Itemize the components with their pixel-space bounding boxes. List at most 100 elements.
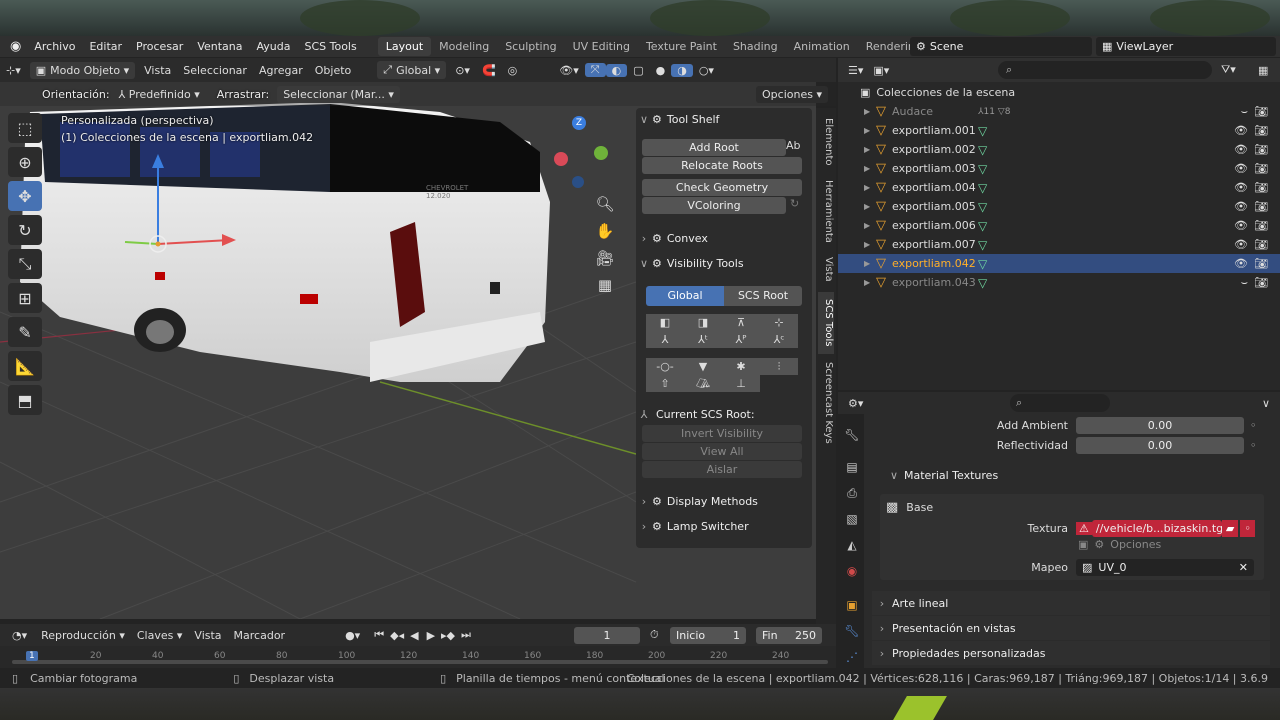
camera-render-icon[interactable]: 📷︎ bbox=[1254, 238, 1268, 251]
eye-icon[interactable]: 👁︎ bbox=[1234, 181, 1248, 194]
jump-end-icon[interactable]: ⏭ bbox=[461, 628, 471, 642]
timeline-scrollbar[interactable] bbox=[12, 660, 828, 664]
add-root-button[interactable]: Add Root bbox=[642, 139, 786, 156]
inicio-field[interactable]: Inicio 1 bbox=[670, 626, 746, 644]
tab-herramienta[interactable]: Herramienta bbox=[818, 176, 834, 246]
eye-icon[interactable]: 👁︎ bbox=[1234, 219, 1248, 232]
expand-arrow-icon[interactable]: ▶ bbox=[864, 221, 874, 230]
menu-ayuda[interactable]: Ayuda bbox=[250, 40, 298, 53]
tab-shading[interactable]: Shading bbox=[725, 37, 786, 56]
blender-logo-icon[interactable]: ◉ bbox=[0, 39, 27, 54]
menu-ventana[interactable]: Ventana bbox=[190, 40, 249, 53]
mesh-data-icon[interactable]: ▽ bbox=[978, 257, 987, 271]
camera-render-icon[interactable]: 📷︎ bbox=[1254, 143, 1268, 156]
scene-tab-icon[interactable]: ◭ bbox=[842, 538, 862, 556]
menu-seleccionar[interactable]: Seleccionar bbox=[177, 64, 253, 77]
snap-icon[interactable]: 🧲 bbox=[476, 64, 502, 77]
mesh-data-icon[interactable]: ▽ bbox=[978, 219, 987, 233]
outliner-row[interactable]: ▶ ▽ exportliam.004 ▽ 👁︎ 📷︎ bbox=[838, 178, 1280, 197]
menu-objeto[interactable]: Objeto bbox=[309, 64, 358, 77]
mesh-data-icon[interactable]: ▽ bbox=[978, 200, 987, 214]
shading-rendered-icon[interactable]: ○▾ bbox=[693, 64, 720, 77]
camera-render-icon[interactable]: 📷︎ bbox=[1254, 200, 1268, 213]
outliner-root[interactable]: ▣ Colecciones de la escena bbox=[838, 83, 1280, 102]
outliner-row[interactable]: ▶ ▽ exportliam.005 ▽ 👁︎ 📷︎ bbox=[838, 197, 1280, 216]
play-reverse-icon[interactable]: ◀ bbox=[410, 629, 418, 642]
material-textures-header[interactable]: ∨ Material Textures bbox=[872, 463, 1270, 487]
scene-selector[interactable]: ⚙ Scene bbox=[910, 37, 1092, 56]
timeline-editor-icon[interactable]: ◔▾ bbox=[0, 629, 35, 642]
outliner-row[interactable]: ▶ ▽ exportliam.007 ▽ 👁︎ 📷︎ bbox=[838, 235, 1280, 254]
vis-box4-icon[interactable]: ⊹ bbox=[760, 314, 798, 331]
annotate-icon[interactable]: ✎ bbox=[8, 317, 42, 347]
tool-tab-icon[interactable]: 🔧︎ bbox=[842, 428, 862, 446]
mesh-data-icon[interactable]: ▽ bbox=[978, 143, 987, 157]
tab-layout[interactable]: Layout bbox=[377, 37, 432, 56]
vis-box14-icon[interactable]: ⛺︎ bbox=[684, 375, 722, 392]
scale-icon[interactable]: ⤡ bbox=[8, 249, 42, 279]
current-frame-field[interactable]: 1 bbox=[574, 626, 640, 644]
object-tab-icon[interactable]: ▣ bbox=[842, 598, 862, 616]
outliner-row[interactable]: ▶ ▽ exportliam.042 ▽ 👁︎ 📷︎ bbox=[838, 254, 1280, 273]
options-dropdown[interactable]: Opciones ▾ bbox=[756, 85, 828, 103]
new-collection-icon[interactable]: ▦ bbox=[1258, 64, 1268, 77]
filter-icon[interactable]: ⛛▾ bbox=[1221, 63, 1236, 77]
tab-animation[interactable]: Animation bbox=[786, 37, 858, 56]
camera-render-icon[interactable]: 📷︎ bbox=[1254, 276, 1268, 289]
particles-tab-icon[interactable]: ⋰ bbox=[842, 650, 862, 668]
outliner-search-input[interactable]: ⌕ bbox=[998, 61, 1212, 79]
expand-arrow-icon[interactable]: ▶ bbox=[864, 202, 874, 211]
visibility-icon[interactable]: 👁▾ bbox=[553, 64, 585, 77]
jump-start-icon[interactable]: ⏮ bbox=[374, 628, 384, 642]
camera-render-icon[interactable]: 📷︎ bbox=[1254, 105, 1268, 118]
mode-dropdown[interactable]: ▣ Modo Objeto ▾ bbox=[29, 61, 136, 79]
outliner-row[interactable]: ▶ ▽ exportliam.006 ▽ 👁︎ 📷︎ bbox=[838, 216, 1280, 235]
vis-box10-icon[interactable]: ▼ bbox=[684, 358, 722, 375]
global-scope-button[interactable]: Global bbox=[646, 286, 724, 306]
transform-orientation-dropdown[interactable]: ⤢ Global ▾ bbox=[377, 61, 447, 79]
add-root-extra-icon[interactable]: Ab bbox=[786, 139, 801, 152]
expand-arrow-icon[interactable]: ▶ bbox=[864, 126, 874, 135]
mapeo-field[interactable]: ▨ UV_0 ✕ bbox=[1076, 559, 1254, 576]
view-layer-tab-icon[interactable]: ▧ bbox=[842, 512, 862, 530]
xray-icon[interactable]: ▢ bbox=[627, 64, 649, 77]
cursor-icon[interactable]: ⊕ bbox=[8, 147, 42, 177]
pivot-icon[interactable]: ⊙▾ bbox=[449, 64, 476, 77]
aislar-button[interactable]: Aislar bbox=[642, 461, 802, 478]
outliner-row[interactable]: ▶ ▽ exportliam.001 ▽ 👁︎ 📷︎ bbox=[838, 121, 1280, 140]
tool-shelf-header[interactable]: ∨ ⚙ Tool Shelf bbox=[636, 108, 812, 130]
measure-icon[interactable]: 📐 bbox=[8, 351, 42, 381]
vis-box1-icon[interactable]: ◧ bbox=[646, 314, 684, 331]
overlay-icon[interactable]: ◐ bbox=[605, 63, 628, 77]
close-icon[interactable]: ✕ bbox=[1239, 561, 1248, 574]
eye-icon[interactable]: ⌣ bbox=[1241, 105, 1248, 119]
mesh-data-icon[interactable]: ▽ bbox=[978, 162, 987, 176]
navigation-gizmo[interactable]: Z bbox=[550, 114, 614, 194]
tab-screencast-keys[interactable]: Screencast Keys bbox=[818, 358, 834, 448]
camera-render-icon[interactable]: 📷︎ bbox=[1254, 181, 1268, 194]
record-icon[interactable]: ●▾ bbox=[345, 629, 360, 642]
claves-menu[interactable]: Claves ▾ bbox=[131, 629, 189, 642]
vis-box6-icon[interactable]: ⅄ᵗ bbox=[684, 331, 722, 348]
outliner-row[interactable]: ▶ ▽ exportliam.003 ▽ 👁︎ 📷︎ bbox=[838, 159, 1280, 178]
drag-dropdown[interactable]: Seleccionar (Mar... ▾ bbox=[277, 85, 400, 103]
eye-icon[interactable]: 👁︎ bbox=[1234, 143, 1248, 156]
visibility-tools-header[interactable]: ∨ ⚙ Visibility Tools bbox=[636, 252, 812, 274]
mesh-data-icon[interactable]: ▽ bbox=[978, 124, 987, 138]
vis-box7-icon[interactable]: ⅄ᴾ bbox=[722, 331, 760, 348]
eye-icon[interactable]: 👁︎ bbox=[1234, 124, 1248, 137]
fin-field[interactable]: Fin 250 bbox=[756, 626, 822, 644]
move-icon[interactable]: ✥ bbox=[8, 181, 42, 211]
eye-icon[interactable]: 👁︎ bbox=[1234, 257, 1248, 270]
camera-icon[interactable]: 🎥︎ bbox=[594, 249, 616, 276]
output-tab-icon[interactable]: ⎙ bbox=[842, 486, 862, 504]
view-all-button[interactable]: View All bbox=[642, 443, 802, 460]
textura-field[interactable]: //vehicle/b...bizaskin.tga bbox=[1091, 520, 1230, 537]
outliner-row[interactable]: ▶ ▽ exportliam.002 ▽ 👁︎ 📷︎ bbox=[838, 140, 1280, 159]
presentacion-header[interactable]: › Presentación en vistas bbox=[872, 616, 1270, 640]
refresh-icon[interactable]: ↻ bbox=[790, 197, 799, 210]
editor-type-icon[interactable]: ⊹▾ bbox=[0, 64, 27, 77]
next-keyframe-icon[interactable]: ▸◆ bbox=[441, 629, 455, 642]
vis-box8-icon[interactable]: ⅄ᶜ bbox=[760, 331, 798, 348]
shading-material-icon[interactable]: ◑ bbox=[671, 63, 693, 77]
